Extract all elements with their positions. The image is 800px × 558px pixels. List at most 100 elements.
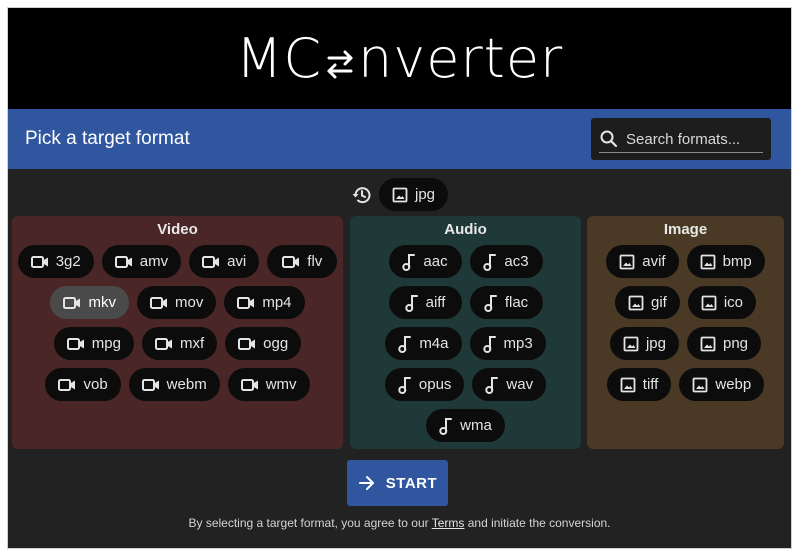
image-format-tiff[interactable]: tiff <box>606 368 672 401</box>
footer-text-after: and initiate the conversion. <box>464 516 611 530</box>
music-note-icon <box>439 417 453 435</box>
video-camera-icon <box>63 296 81 310</box>
audio-format-ac3[interactable]: ac3 <box>469 245 543 278</box>
video-format-webm[interactable]: webm <box>128 368 220 401</box>
audio-format-aac[interactable]: aac <box>388 245 462 278</box>
format-label: webp <box>715 376 752 393</box>
audio-format-wav[interactable]: wav <box>472 368 547 401</box>
video-format-avi[interactable]: avi <box>189 245 260 278</box>
image-category-title: Image <box>663 221 708 238</box>
video-camera-icon <box>149 296 168 310</box>
recent-format-jpg[interactable]: jpg <box>378 178 449 211</box>
format-label: gif <box>650 294 667 311</box>
image-icon <box>701 295 717 311</box>
image-icon <box>692 377 708 393</box>
audio-category-title: Audio <box>444 221 487 238</box>
recent-formats: jpg <box>8 178 791 211</box>
image-icon <box>628 295 644 311</box>
audio-format-wma[interactable]: wma <box>426 409 505 442</box>
image-icon <box>619 254 635 270</box>
image-icon <box>620 377 636 393</box>
image-icon <box>623 336 639 352</box>
video-format-flv[interactable]: flv <box>267 245 338 278</box>
video-format-mkv[interactable]: mkv <box>50 286 129 319</box>
image-icon <box>700 254 716 270</box>
music-note-icon <box>402 253 416 271</box>
music-note-icon <box>398 376 412 394</box>
format-label: vob <box>83 376 108 393</box>
format-label: jpg <box>414 186 436 203</box>
video-camera-icon <box>66 337 85 351</box>
start-button[interactable]: START <box>347 460 448 506</box>
video-format-mpg[interactable]: mpg <box>53 327 134 360</box>
audio-format-m4a[interactable]: m4a <box>385 327 462 360</box>
format-label: mpg <box>91 335 121 352</box>
video-camera-icon <box>154 337 173 351</box>
music-note-icon <box>485 376 499 394</box>
logo: MC nverter <box>235 26 564 90</box>
start-button-label: START <box>385 474 438 492</box>
footer-notice: By selecting a target format, you agree … <box>8 516 791 530</box>
video-category: Video 3g2 amv avi flv mkv mov mp4 mpg mxf ogg vob w… <box>12 216 343 449</box>
format-label: amv <box>139 253 169 270</box>
image-format-webp[interactable]: webp <box>679 368 765 401</box>
search-icon <box>600 130 618 148</box>
swap-arrows-icon <box>321 39 359 79</box>
music-note-icon <box>483 253 497 271</box>
video-format-ogg[interactable]: ogg <box>225 327 302 360</box>
logo-text-end: nverter <box>358 26 564 90</box>
format-label: wma <box>460 417 492 434</box>
logo-text-start: MC <box>235 26 323 90</box>
format-label: mov <box>174 294 204 311</box>
image-format-avif[interactable]: avif <box>606 245 679 278</box>
history-icon <box>351 184 373 206</box>
video-category-title: Video <box>157 221 198 238</box>
audio-format-aiff[interactable]: aiff <box>388 286 462 319</box>
video-format-mp4[interactable]: mp4 <box>224 286 305 319</box>
format-label: mp3 <box>503 335 533 352</box>
terms-link[interactable]: Terms <box>432 516 465 530</box>
video-format-mxf[interactable]: mxf <box>141 327 218 360</box>
format-label: wav <box>506 376 534 393</box>
audio-format-flac[interactable]: flac <box>469 286 543 319</box>
format-label: 3g2 <box>55 253 81 270</box>
image-icon <box>700 336 716 352</box>
format-bar: Pick a target format <box>8 109 791 169</box>
video-camera-icon <box>237 296 255 310</box>
format-label: aiff <box>425 294 446 311</box>
audio-category: Audio aac ac3 aiff flac m4a mp3 opus wav wma <box>350 216 581 449</box>
format-label: mxf <box>179 335 205 352</box>
format-label: ogg <box>263 335 289 352</box>
audio-format-opus[interactable]: opus <box>384 368 465 401</box>
format-label: avi <box>227 253 247 270</box>
format-label: ico <box>723 294 744 311</box>
format-label: png <box>723 335 749 352</box>
footer-text-before: By selecting a target format, you agree … <box>188 516 432 530</box>
format-label: mp4 <box>262 294 292 311</box>
video-format-vob[interactable]: vob <box>45 368 121 401</box>
video-camera-icon <box>240 378 259 392</box>
video-format-mov[interactable]: mov <box>136 286 217 319</box>
image-format-ico[interactable]: ico <box>687 286 757 319</box>
format-label: jpg <box>645 335 666 352</box>
image-category: Image avif bmp gif ico jpg png tiff webp <box>587 216 784 449</box>
search-input[interactable] <box>626 130 756 148</box>
search-box[interactable] <box>591 118 771 160</box>
image-format-bmp[interactable]: bmp <box>686 245 765 278</box>
video-camera-icon <box>30 255 49 269</box>
format-label: flac <box>504 294 529 311</box>
image-format-png[interactable]: png <box>687 327 762 360</box>
audio-format-mp3[interactable]: mp3 <box>469 327 546 360</box>
video-camera-icon <box>58 378 76 392</box>
video-format-3g2[interactable]: 3g2 <box>17 245 94 278</box>
format-label: m4a <box>419 335 449 352</box>
music-note-icon <box>398 335 412 353</box>
app-header: MC nverter <box>8 8 791 109</box>
image-format-gif[interactable]: gif <box>614 286 680 319</box>
image-format-jpg[interactable]: jpg <box>609 327 679 360</box>
video-format-wmv[interactable]: wmv <box>227 368 310 401</box>
format-label: opus <box>418 376 452 393</box>
format-label: wmv <box>265 376 297 393</box>
video-format-amv[interactable]: amv <box>101 245 182 278</box>
arrow-right-icon <box>358 476 374 490</box>
